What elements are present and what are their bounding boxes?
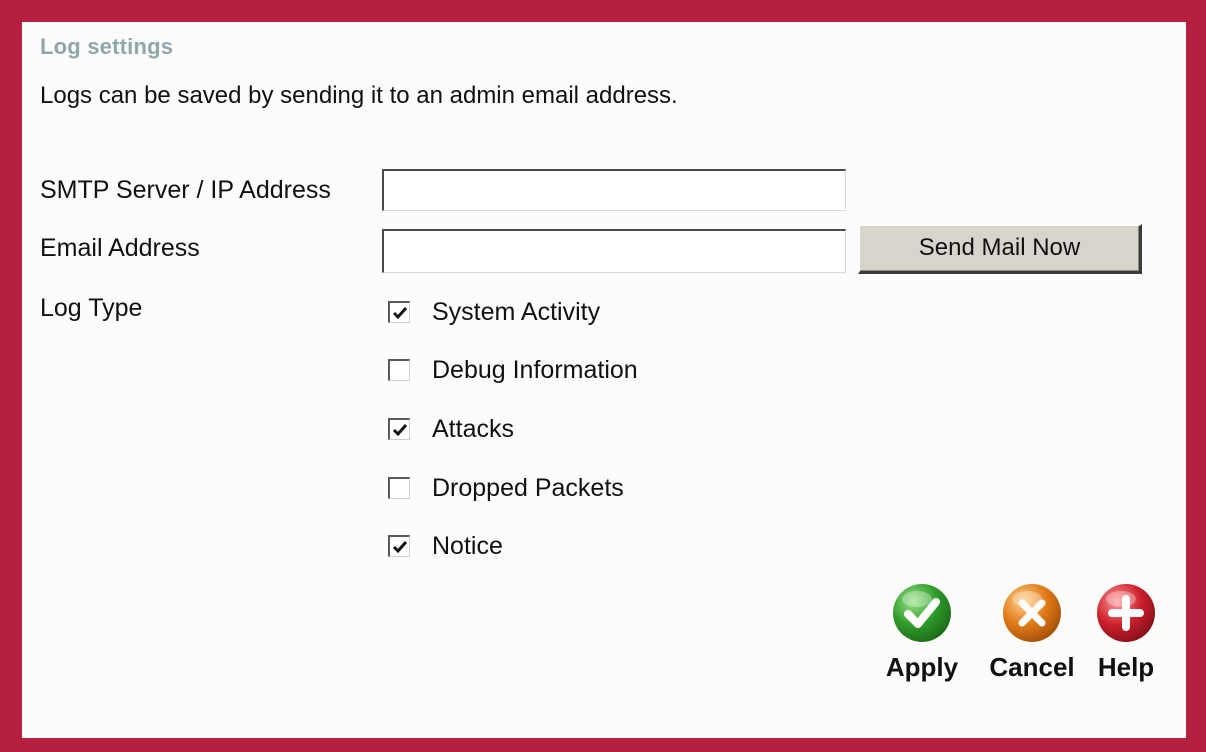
email-address-label: Email Address [40, 234, 200, 262]
checkmark-icon [392, 306, 407, 319]
log-type-option-notice[interactable]: Notice [388, 529, 503, 563]
x-icon [1001, 582, 1063, 644]
notice-checkbox[interactable] [388, 535, 410, 557]
dropped-packets-label: Dropped Packets [432, 473, 624, 502]
log-type-option-system-activity[interactable]: System Activity [388, 295, 600, 329]
dropped-packets-checkbox[interactable] [388, 477, 410, 499]
send-mail-now-button[interactable]: Send Mail Now [858, 224, 1142, 274]
checkmark-icon [891, 582, 953, 644]
system-activity-checkbox[interactable] [388, 301, 410, 323]
notice-label: Notice [432, 531, 503, 560]
cancel-button[interactable]: Cancel [984, 582, 1080, 683]
help-button[interactable]: Help [1078, 582, 1174, 683]
log-type-label: Log Type [40, 294, 143, 322]
plus-icon [1095, 582, 1157, 644]
debug-information-checkbox[interactable] [388, 359, 410, 381]
page-title: Log settings [40, 34, 174, 59]
log-type-option-attacks[interactable]: Attacks [388, 412, 514, 446]
smtp-server-label: SMTP Server / IP Address [40, 176, 331, 204]
apply-label: Apply [885, 652, 959, 682]
email-address-input[interactable] [382, 229, 846, 273]
log-type-option-debug-information[interactable]: Debug Information [388, 353, 638, 387]
debug-information-label: Debug Information [432, 355, 638, 384]
window-frame: Log settings Logs can be saved by sendin… [0, 0, 1206, 752]
log-type-option-dropped-packets[interactable]: Dropped Packets [388, 471, 624, 505]
attacks-checkbox[interactable] [388, 418, 410, 440]
system-activity-label: System Activity [432, 297, 601, 326]
cancel-label: Cancel [989, 652, 1075, 682]
apply-button[interactable]: Apply [874, 582, 970, 683]
smtp-server-input[interactable] [382, 169, 846, 211]
help-label: Help [1097, 652, 1155, 682]
log-settings-panel: Log settings Logs can be saved by sendin… [22, 22, 1186, 738]
checkmark-icon [392, 540, 407, 553]
page-description: Logs can be saved by sending it to an ad… [40, 82, 678, 109]
checkmark-icon [392, 423, 407, 436]
attacks-label: Attacks [432, 414, 514, 443]
